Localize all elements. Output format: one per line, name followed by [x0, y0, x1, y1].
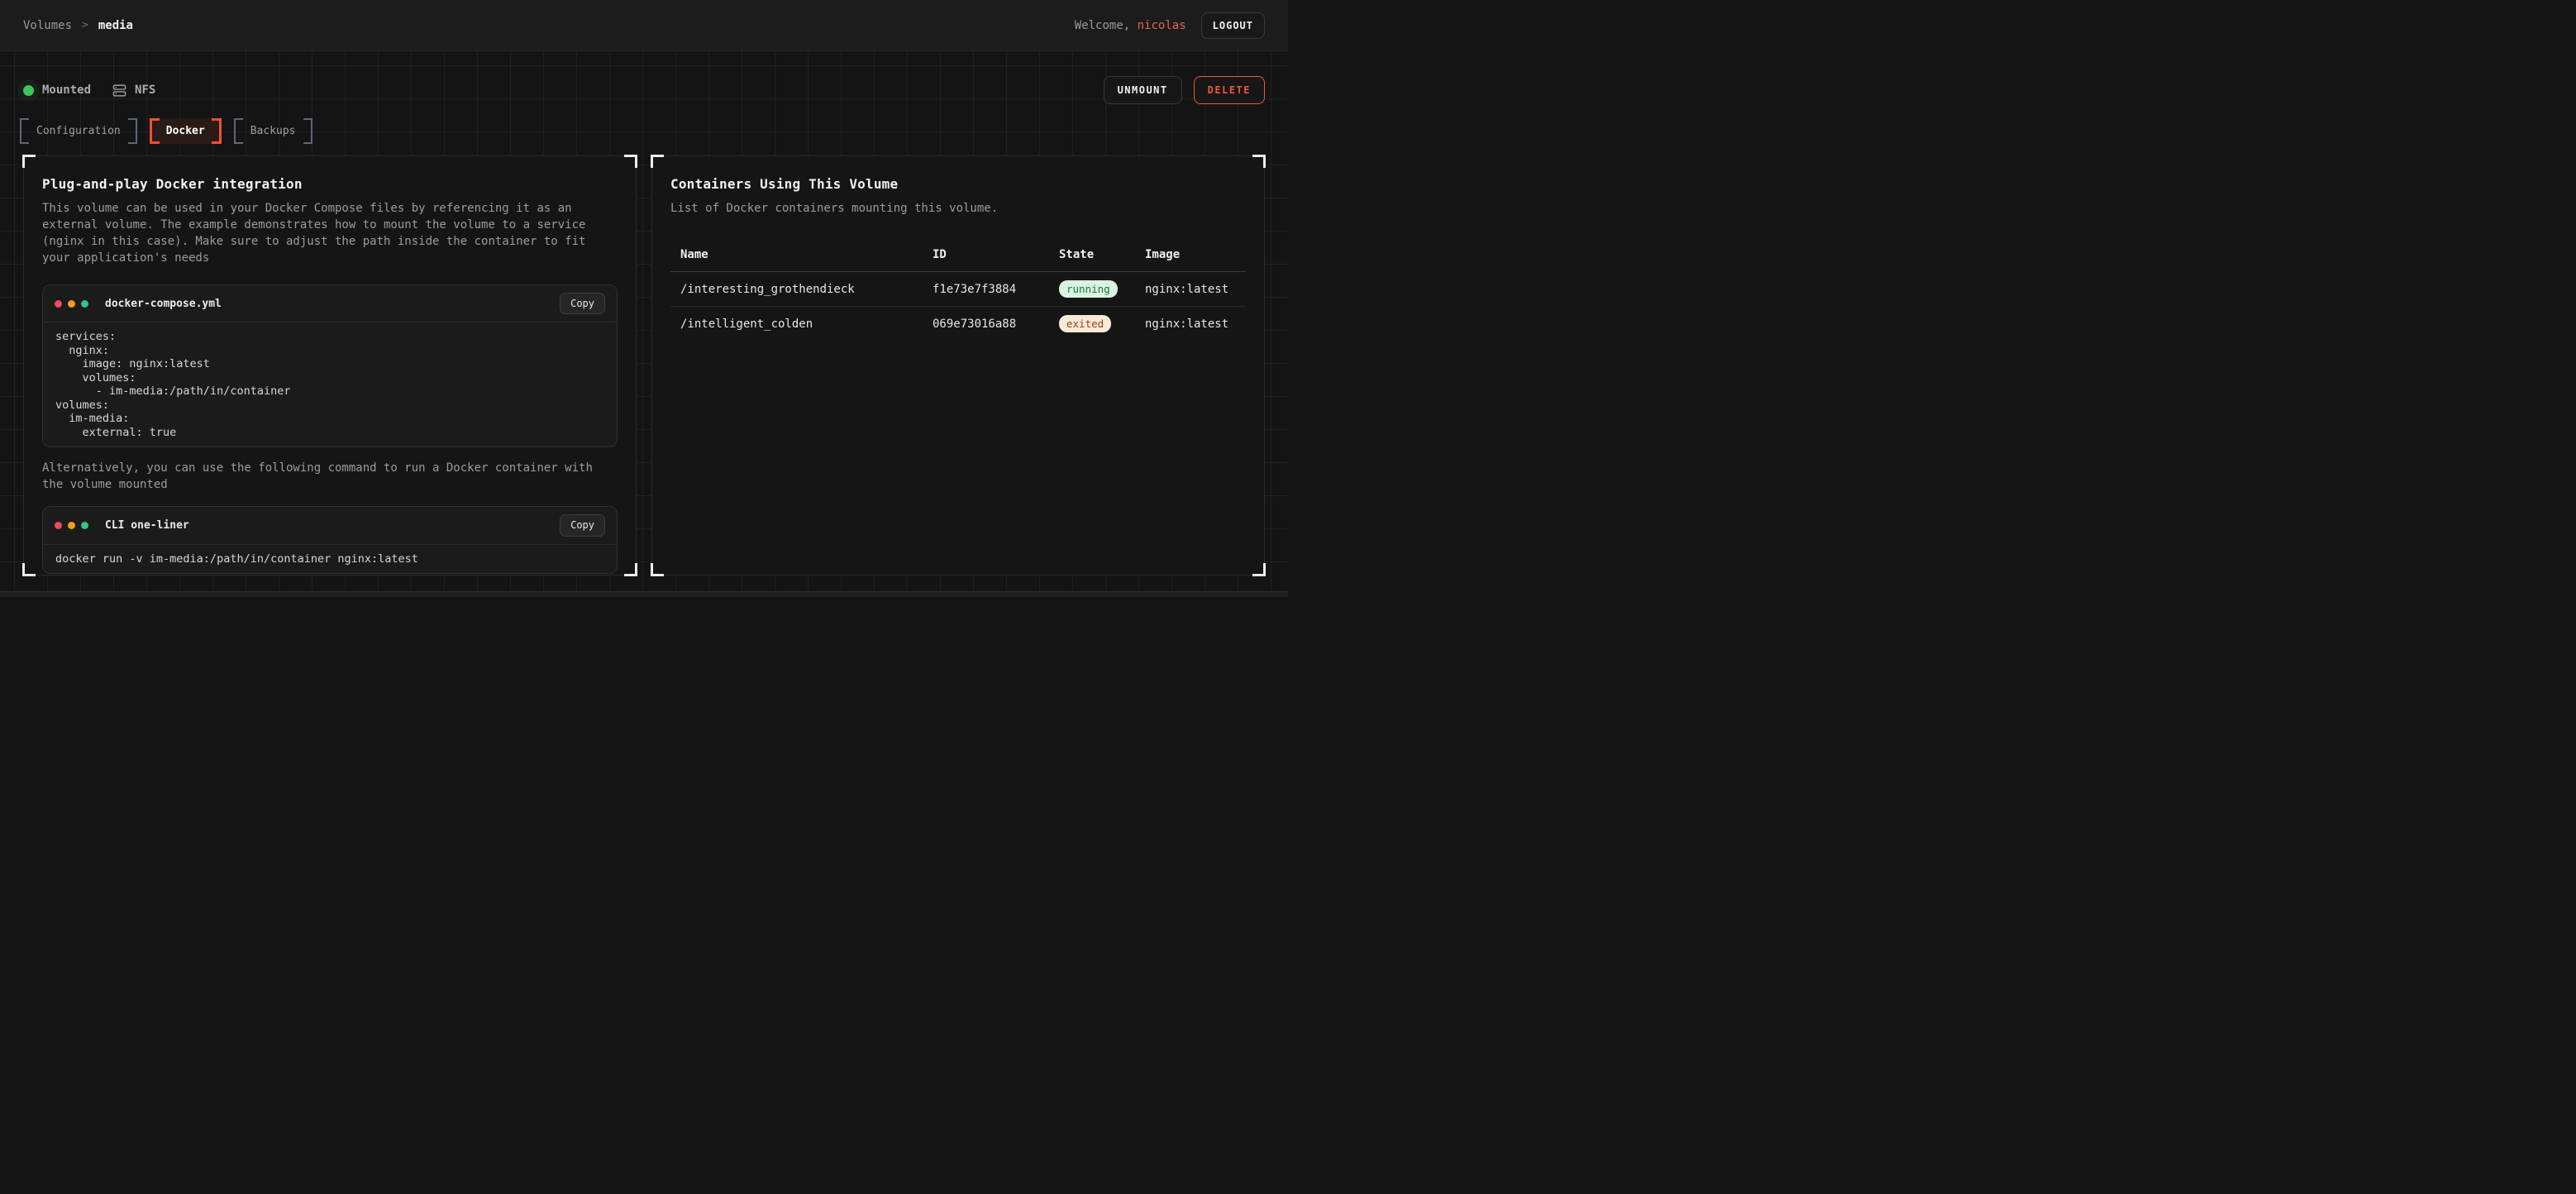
- state-badge-running: running: [1059, 280, 1118, 298]
- breadcrumb-volumes-link[interactable]: Volumes: [23, 19, 72, 32]
- cli-code-block: CLI one-liner Copy docker run -v im-medi…: [42, 506, 618, 574]
- corner-bracket-icon: [1252, 563, 1266, 576]
- docker-panel-title: Plug-and-play Docker integration: [42, 176, 618, 192]
- nfs-type: NFS: [112, 84, 155, 98]
- topbar-right: Welcome, nicolas LOGOUT: [1075, 12, 1265, 39]
- mounted-status: Mounted: [23, 84, 91, 97]
- cli-intro-text: Alternatively, you can use the following…: [42, 460, 618, 493]
- chevron-right-icon: >: [82, 19, 88, 31]
- panels: Plug-and-play Docker integration This vo…: [0, 155, 1288, 576]
- amber-dot-icon: [68, 300, 75, 308]
- container-image: nginx:latest: [1135, 307, 1246, 341]
- table-row: /intelligent_colden 069e73016a88 exited …: [670, 307, 1246, 341]
- green-dot-icon: [81, 522, 88, 529]
- docker-panel-description: This volume can be used in your Docker C…: [42, 200, 618, 266]
- tabs: Configuration Docker Backups: [0, 118, 1288, 144]
- container-image: nginx:latest: [1135, 272, 1246, 307]
- below-fold-section-edge: [0, 591, 1288, 597]
- corner-bracket-icon: [1252, 155, 1266, 168]
- delete-button[interactable]: DELETE: [1194, 76, 1265, 104]
- column-header-id: ID: [923, 243, 1049, 272]
- cli-code-text: docker run -v im-media:/path/in/containe…: [55, 552, 604, 566]
- table-row: /interesting_grothendieck f1e73e7f3884 r…: [670, 272, 1246, 307]
- green-dot-icon: [81, 300, 88, 308]
- red-dot-icon: [55, 522, 62, 529]
- corner-bracket-icon: [624, 563, 637, 576]
- container-id: 069e73016a88: [923, 307, 1049, 341]
- column-header-state: State: [1049, 243, 1135, 272]
- welcome-prefix: Welcome,: [1075, 19, 1138, 32]
- nfs-label: NFS: [135, 84, 155, 97]
- tab-docker[interactable]: Docker: [150, 118, 222, 144]
- corner-bracket-icon: [22, 155, 36, 168]
- containers-panel-title: Containers Using This Volume: [670, 176, 1246, 192]
- unmount-button[interactable]: UNMOUNT: [1104, 76, 1182, 104]
- compose-filename: docker-compose.yml: [105, 298, 222, 310]
- breadcrumb-current-volume: media: [98, 19, 133, 32]
- column-header-image: Image: [1135, 243, 1246, 272]
- page-content: Mounted NFS UNMOUNT DELETE Configuration…: [0, 51, 1288, 597]
- container-name: /interesting_grothendieck: [670, 272, 923, 307]
- compose-code-text: services: nginx: image: nginx:latest vol…: [55, 330, 604, 439]
- copy-compose-button[interactable]: Copy: [560, 293, 605, 314]
- tab-configuration[interactable]: Configuration: [20, 118, 137, 144]
- column-header-name: Name: [670, 243, 923, 272]
- welcome-text: Welcome, nicolas: [1075, 19, 1186, 32]
- tab-backups[interactable]: Backups: [234, 118, 312, 144]
- corner-bracket-icon: [651, 563, 664, 576]
- amber-dot-icon: [68, 522, 75, 529]
- container-name: /intelligent_colden: [670, 307, 923, 341]
- mounted-status-dot-icon: [23, 85, 34, 96]
- compose-code-block: docker-compose.yml Copy services: nginx:…: [42, 284, 618, 447]
- containers-panel-subtitle: List of Docker containers mounting this …: [670, 200, 1246, 217]
- state-badge-exited: exited: [1059, 315, 1111, 332]
- logout-button[interactable]: LOGOUT: [1201, 12, 1265, 39]
- compose-code-body: services: nginx: image: nginx:latest vol…: [43, 322, 617, 447]
- red-dot-icon: [55, 300, 62, 308]
- corner-bracket-icon: [22, 563, 36, 576]
- traffic-light-dots: [55, 522, 88, 529]
- status-row: Mounted NFS UNMOUNT DELETE: [0, 76, 1288, 104]
- topbar: Volumes > media Welcome, nicolas LOGOUT: [0, 0, 1288, 51]
- traffic-light-dots: [55, 300, 88, 308]
- cli-code-header: CLI one-liner Copy: [43, 507, 617, 543]
- server-icon: [112, 84, 126, 98]
- containers-table: Name ID State Image /interesting_grothen…: [670, 243, 1246, 341]
- compose-code-header: docker-compose.yml Copy: [43, 285, 617, 322]
- breadcrumb: Volumes > media: [23, 19, 133, 32]
- volume-action-buttons: UNMOUNT DELETE: [1104, 76, 1265, 104]
- containers-panel: Containers Using This Volume List of Doc…: [651, 155, 1265, 576]
- corner-bracket-icon: [651, 155, 664, 168]
- username: nicolas: [1138, 19, 1186, 32]
- copy-cli-button[interactable]: Copy: [560, 514, 605, 536]
- cli-title: CLI one-liner: [105, 519, 189, 532]
- corner-bracket-icon: [624, 155, 637, 168]
- cli-code-body: docker run -v im-media:/path/in/containe…: [43, 544, 617, 574]
- table-header-row: Name ID State Image: [670, 243, 1246, 272]
- container-id: f1e73e7f3884: [923, 272, 1049, 307]
- docker-integration-panel: Plug-and-play Docker integration This vo…: [23, 155, 637, 576]
- mounted-status-label: Mounted: [42, 84, 91, 97]
